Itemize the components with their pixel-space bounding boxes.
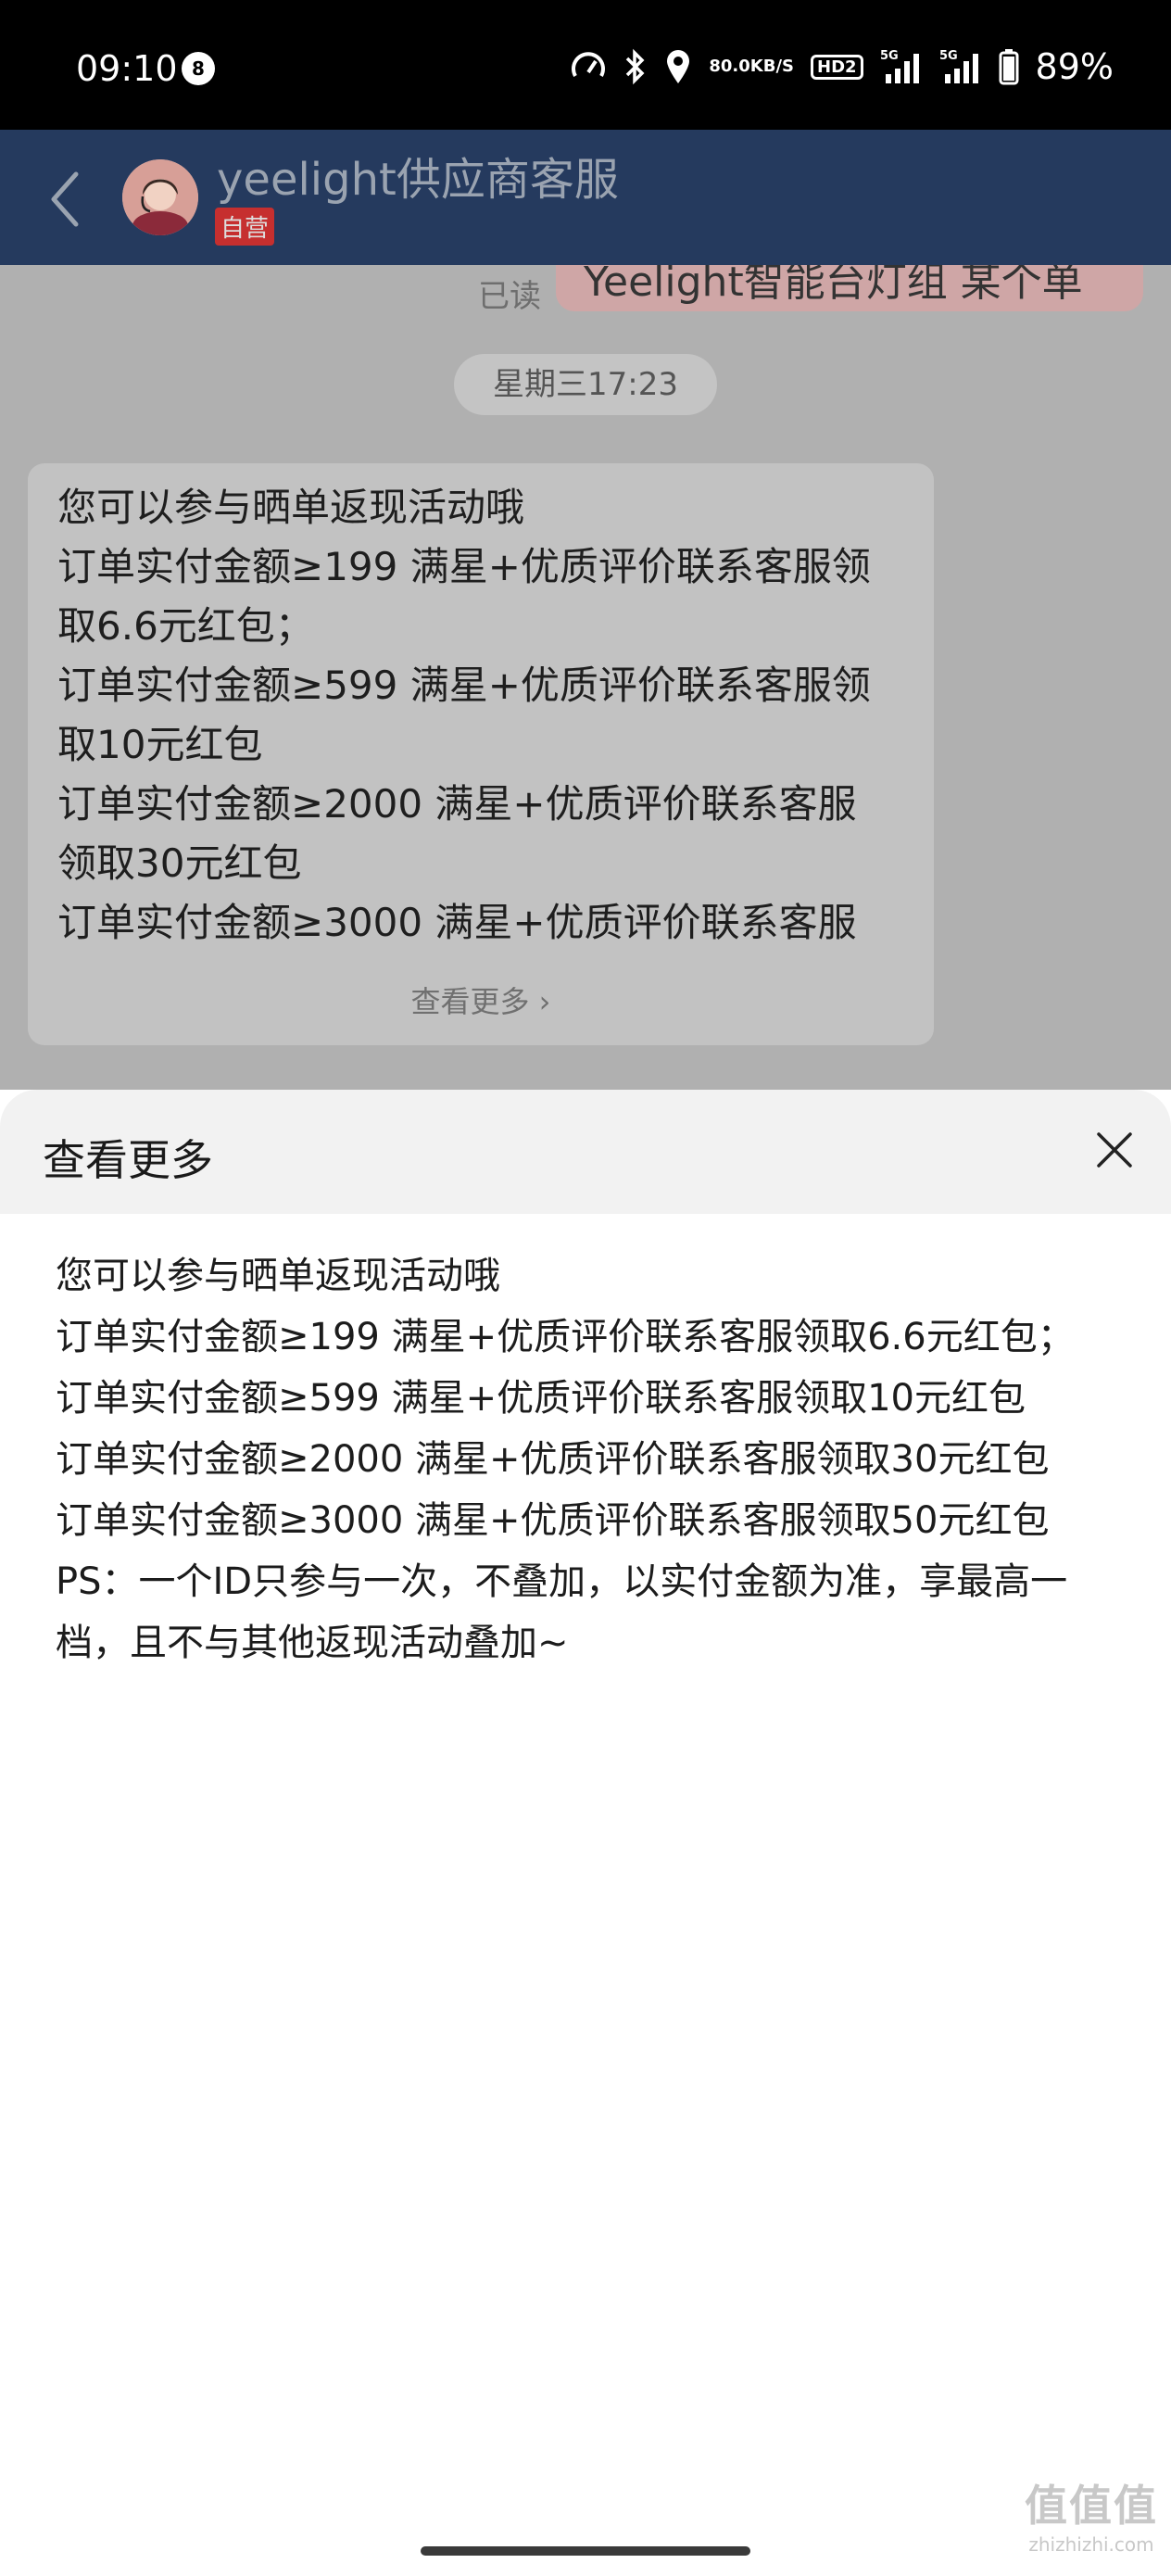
back-arrow-icon[interactable]	[46, 167, 83, 232]
message-bubble[interactable]: 您可以参与晒单返现活动哦 订单实付金额≥199 满星+优质评价联系客服领 取6.…	[28, 463, 934, 1045]
status-icons: 80.0 KB/S HD2 5G 5G 89%	[570, 46, 1114, 87]
sheet-line: PS：一个ID只参与一次，不叠加，以实付金额为准，享最高一	[56, 1560, 1068, 1603]
speedometer-icon	[570, 48, 607, 85]
sheet-content: 您可以参与晒单返现活动哦 订单实付金额≥199 满星+优质评价联系客服领取6.6…	[56, 1245, 1130, 1673]
signal-5g-icon: 5G	[880, 48, 923, 85]
avatar[interactable]	[122, 159, 198, 235]
sheet-header: 查看更多	[0, 1090, 1171, 1214]
sheet-line: 订单实付金额≥199 满星+优质评价联系客服领取6.6元红包；	[56, 1316, 1075, 1358]
sheet-line: 订单实付金额≥599 满星+优质评价联系客服领取10元红包	[56, 1377, 1026, 1420]
hd-voice-icon: HD2	[811, 54, 863, 80]
network-speed: 80.0 KB/S	[709, 58, 794, 75]
view-more-link[interactable]: 查看更多 ›	[28, 979, 934, 1021]
close-icon[interactable]	[1095, 1130, 1134, 1169]
watermark-logo: 值值值	[1025, 2481, 1158, 2531]
bluetooth-icon	[623, 48, 648, 85]
battery-icon	[999, 48, 1019, 85]
signal-5g-secondary-icon: 5G	[939, 48, 982, 85]
view-more-sheet: 查看更多 您可以参与晒单返现活动哦 订单实付金额≥199 满星+优质评价联系客服…	[0, 1090, 1171, 2576]
sheet-line: 档，且不与其他返现活动叠加~	[56, 1622, 569, 1664]
svg-text:5G: 5G	[880, 49, 899, 63]
read-status: 已读	[478, 278, 541, 315]
status-time: 09:10	[76, 48, 178, 89]
message-text: 您可以参与晒单返现活动哦 订单实付金额≥199 满星+优质评价联系客服领 取6.…	[57, 478, 904, 953]
watermark: 值值值 zhizhizhi.com	[1025, 2472, 1158, 2556]
location-icon	[664, 48, 692, 85]
message-line: 取6.6元红包；	[57, 603, 314, 649]
home-indicator[interactable]	[421, 2546, 750, 2556]
message-line: 领取30元红包	[57, 840, 302, 886]
watermark-url: zhizhizhi.com	[1028, 2533, 1154, 2556]
sheet-line: 订单实付金额≥3000 满星+优质评价联系客服领取50元红包	[56, 1499, 1050, 1542]
notification-badge: 8	[182, 52, 215, 85]
net-speed-value: 80.0	[709, 57, 750, 76]
message-line: 订单实付金额≥2000 满星+优质评价联系客服	[57, 781, 857, 827]
message-line: 取10元红包	[57, 722, 263, 767]
message-line: 订单实付金额≥599 满星+优质评价联系客服领	[57, 663, 871, 708]
svg-text:5G: 5G	[939, 49, 958, 63]
message-line: 订单实付金额≥199 满星+优质评价联系客服领	[57, 544, 871, 589]
self-operated-badge: 自营	[215, 208, 275, 246]
message-line: 订单实付金额≥3000 满星+优质评价联系客服	[57, 900, 857, 945]
chat-message-list[interactable]: Yeelight智能台灯组 某个单 已读 星期三17:23 您可以参与晒单返现活…	[0, 265, 1171, 1090]
chat-title: yeelight供应商客服	[217, 154, 619, 206]
sheet-line: 订单实付金额≥2000 满星+优质评价联系客服领取30元红包	[56, 1438, 1050, 1481]
timestamp-divider: 星期三17:23	[454, 354, 717, 415]
sheet-title: 查看更多	[43, 1135, 213, 1185]
sheet-line: 您可以参与晒单返现活动哦	[56, 1255, 500, 1297]
battery-percent: 89%	[1035, 46, 1114, 87]
status-bar: 09:10 8 80.0 KB/S HD2 5G 5G 89%	[0, 0, 1171, 130]
previous-message-bubble[interactable]: Yeelight智能台灯组 某个单	[556, 265, 1143, 311]
message-line: 您可以参与晒单返现活动哦	[57, 485, 525, 530]
net-speed-unit: KB/S	[749, 57, 794, 76]
